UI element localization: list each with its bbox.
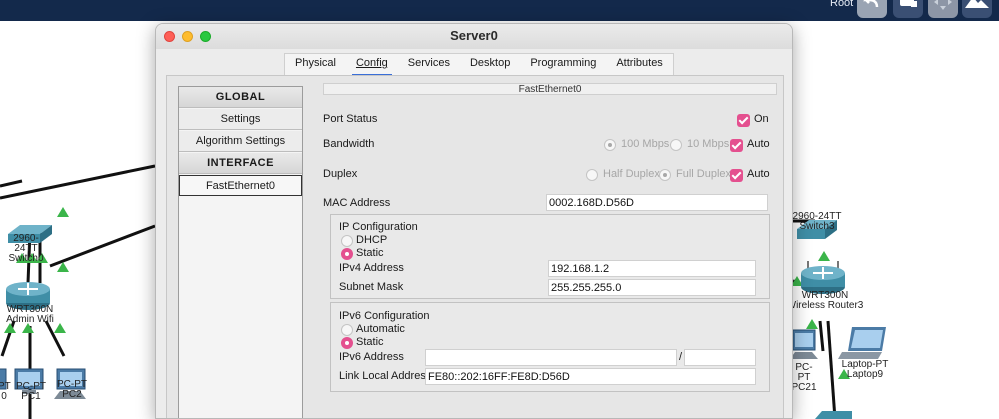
subnet-mask-label: Subnet Mask [339,281,404,293]
laptop9-icon[interactable] [838,327,886,359]
automatic-ipv6-label: Automatic [356,323,405,335]
bandwidth-auto-checkbox[interactable] [730,139,743,152]
tab-physical[interactable]: Physical [285,54,346,76]
static-ipv6-radio[interactable] [341,337,353,349]
pc1-label: PC-PT PC1 [16,381,46,402]
nav-item-settings[interactable]: Settings [179,109,302,130]
switch3-label: 2960-24TT Switch3 [792,211,842,232]
mac-address-field[interactable]: 0002.168D.D56D [546,194,768,211]
tab-programming[interactable]: Programming [520,54,606,76]
interface-panel: FastEthernet0 Port Status On Bandwidth 1… [323,83,785,418]
duplex-half-radio[interactable] [586,169,598,181]
window-title: Server0 [450,28,498,43]
laptop9-label: Laptop-PT Laptop9 [841,359,889,380]
bandwidth-100-radio[interactable] [604,139,616,151]
static-ipv4-radio[interactable] [341,248,353,260]
config-content: GLOBAL Settings Algorithm Settings INTER… [166,75,785,418]
ipv6-config-title: IPv6 Configuration [339,310,430,322]
bandwidth-auto-label: Auto [747,138,770,150]
duplex-half-label: Half Duplex [603,168,660,180]
static-ipv4-label: Static [356,247,384,259]
pc21-label: PC-PT PC21 [791,362,817,393]
back-icon[interactable] [857,0,887,18]
pc-partial-label: PT 0 [0,381,11,402]
move-icon[interactable] [928,0,958,18]
tab-attributes[interactable]: Attributes [606,54,672,76]
nav-global-header: GLOBAL [179,87,302,108]
tab-services[interactable]: Services [398,54,460,76]
window-titlebar[interactable]: Server0 [156,24,792,49]
switch0-label: 2960-24TT Switch0 [8,233,44,264]
tab-desktop[interactable]: Desktop [460,54,520,76]
router-admin-wifi-label: WRT300N Admin Wifi [6,304,54,325]
device-config-window: Server0 Physical Config Services Desktop… [155,23,793,419]
partial-device-icon[interactable] [815,411,852,419]
link-local-address-label: Link Local Address: [339,370,435,382]
automatic-ipv6-radio[interactable] [341,324,353,336]
router3-label: WRT300N Wireless Router3 [786,290,864,311]
ipv6-address-label: IPv6 Address [339,351,404,363]
pc21-icon[interactable] [790,329,818,359]
duplex-auto-label: Auto [747,168,770,180]
app-toolbar: Root [0,0,999,21]
interface-title: FastEthernet0 [323,83,777,95]
pc2-label: PC-PT PC2 [57,379,87,400]
duplex-auto-checkbox[interactable] [730,169,743,182]
ipv4-address-label: IPv4 Address [339,262,404,274]
ip-config-title: IP Configuration [339,221,418,233]
ipv4-address-field[interactable]: 192.168.1.2 [548,260,756,277]
subnet-mask-field[interactable]: 255.255.255.0 [548,279,756,296]
ipv6-address-field[interactable] [425,349,677,366]
ipv6-config-group: IPv6 Configuration Automatic Static IPv6… [330,302,770,392]
root-label: Root [830,0,854,9]
mac-address-label: MAC Address [323,197,391,209]
ipv6-prefix-field[interactable] [684,349,756,366]
dhcp-radio[interactable] [341,235,353,247]
port-status-on-checkbox[interactable] [737,114,750,127]
device-tabs: Physical Config Services Desktop Program… [284,53,674,76]
bandwidth-10-radio[interactable] [670,139,682,151]
duplex-label: Duplex [323,168,358,180]
bandwidth-label: Bandwidth [323,138,375,150]
static-ipv6-label: Static [356,336,384,348]
config-nav: GLOBAL Settings Algorithm Settings INTER… [178,86,303,418]
port-status-on-label: On [754,113,769,125]
bandwidth-100-label: 100 Mbps [621,138,670,150]
duplex-full-label: Full Duplex [676,168,732,180]
nav-item-algorithm-settings[interactable]: Algorithm Settings [179,131,302,152]
duplex-full-radio[interactable] [659,169,671,181]
nav-item-fastethernet0[interactable]: FastEthernet0 [179,175,302,196]
ip-config-group: IP Configuration DHCP Static IPv4 Addres… [330,214,770,299]
add-cluster-icon[interactable] [893,0,923,18]
nav-interface-header: INTERFACE [179,153,302,174]
mountain-icon[interactable] [962,0,992,18]
ipv6-prefix-separator: / [679,351,683,363]
dhcp-label: DHCP [356,234,388,246]
bandwidth-10-label: 10 Mbps [687,138,730,150]
link-local-address-field[interactable]: FE80::202:16FF:FE8D:D56D [425,368,756,385]
tab-config[interactable]: Config [346,54,398,76]
port-status-label: Port Status [323,113,378,125]
